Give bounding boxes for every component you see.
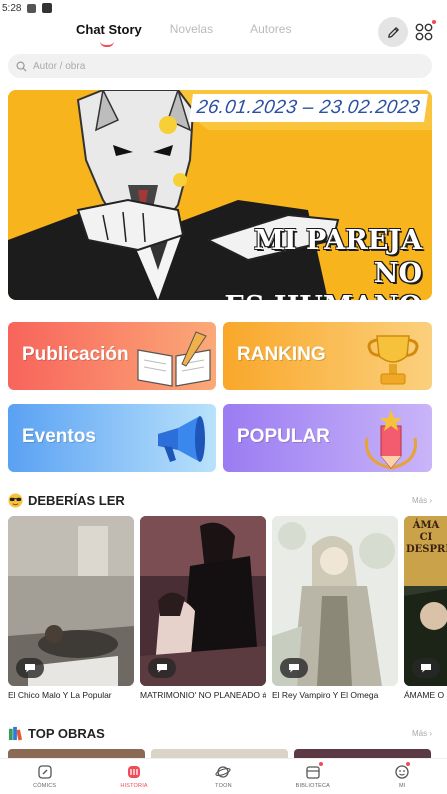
- search-bar[interactable]: Autor / obra: [8, 54, 432, 78]
- cover-text-line: DESPRE: [406, 544, 447, 555]
- section-title: DEBERÍAS LER: [8, 493, 125, 508]
- tab-chat-story[interactable]: Chat Story: [76, 22, 142, 47]
- story-cover: [140, 516, 266, 686]
- toon-icon: [215, 766, 232, 778]
- apps-button[interactable]: [414, 20, 436, 42]
- tab-label: Chat Story: [76, 22, 142, 37]
- active-tab-indicator: [100, 41, 114, 47]
- story-card[interactable]: El Rey Vampiro Y El Omega: [272, 516, 398, 701]
- story-carousel[interactable]: El Chico Malo Y La Popular MATRIMONIO' N…: [8, 516, 447, 706]
- category-label: POPULAR: [237, 426, 330, 447]
- profile-icon: [395, 765, 409, 779]
- banner-date-range: 26.01.2023 – 23.02.2023: [189, 94, 428, 122]
- nav-label: TOON: [215, 783, 232, 789]
- sunglasses-emoji-icon: [8, 493, 23, 508]
- tab-autores[interactable]: Autores: [250, 22, 291, 37]
- nav-label: HISTORIA: [120, 783, 148, 789]
- cover-text-line: CI: [419, 532, 433, 543]
- notification-icon: [27, 3, 37, 13]
- books-emoji-icon: [8, 726, 23, 741]
- section-title-text: TOP OBRAS: [28, 726, 105, 741]
- grid-icon: [415, 23, 433, 41]
- more-link[interactable]: Más ›: [412, 496, 432, 505]
- status-time: 5:28: [2, 2, 22, 14]
- story-cover: [272, 516, 398, 686]
- category-ranking[interactable]: RANKING: [223, 322, 432, 390]
- story-title: El Rey Vampiro Y El Omega: [272, 690, 379, 700]
- nav-label: CÓMICS: [33, 783, 57, 789]
- app-screen: 5:28 Chat Story Novelas Autores Autor / …: [0, 0, 447, 794]
- category-label: Eventos: [22, 426, 96, 447]
- chat-story-badge: [412, 658, 440, 678]
- more-link-text: Más: [411, 496, 428, 505]
- pencil-icon: [387, 26, 399, 38]
- comics-icon: [38, 765, 52, 779]
- more-link[interactable]: Más ›: [412, 729, 432, 738]
- category-publicacion[interactable]: Publicación: [8, 322, 216, 390]
- chat-bubble-icon: [25, 664, 35, 673]
- notification-dot: [432, 20, 436, 24]
- category-label: Publicación: [22, 344, 129, 365]
- section-title: TOP OBRAS: [8, 726, 105, 741]
- category-eventos[interactable]: Eventos: [8, 404, 216, 472]
- nav-comics[interactable]: CÓMICS: [15, 764, 75, 789]
- banner-title: MI PAREJA NO ES HUMANO: [202, 224, 422, 300]
- category-popular[interactable]: POPULAR: [223, 404, 432, 472]
- nav-label: MI: [398, 783, 406, 789]
- cover-text-line: ÁMA: [412, 520, 440, 531]
- app-notification-icon: [42, 3, 53, 13]
- tab-label: Novelas: [169, 22, 214, 36]
- story-cover: ÁMA CI DESPRE: [404, 516, 447, 686]
- tab-novelas[interactable]: Novelas: [170, 22, 213, 37]
- chat-story-badge: [280, 658, 308, 678]
- category-label: RANKING: [237, 344, 326, 365]
- nav-mi[interactable]: MI: [372, 762, 432, 789]
- chat-bubble-icon: [421, 664, 431, 673]
- chat-bubble-icon: [157, 664, 167, 673]
- search-icon: [16, 61, 27, 72]
- notification-dot: [318, 762, 323, 766]
- top-tabs: Chat Story Novelas Autores: [76, 22, 291, 47]
- chat-story-badge: [16, 658, 44, 678]
- section-header-top: TOP OBRAS Más ›: [8, 726, 432, 741]
- section-header-recommended: DEBERÍAS LER Más ›: [8, 493, 432, 508]
- section-title-text: DEBERÍAS LER: [28, 493, 125, 508]
- bottom-nav: CÓMICS HISTORIA TOON BIBLIOTECA MI: [0, 758, 447, 794]
- trophy-icon: [367, 335, 419, 385]
- story-title: MATRIMONIO' NO PLANEADO #3: [140, 690, 266, 700]
- nav-label: BIBLIOTECA: [295, 783, 331, 789]
- search-placeholder: Autor / obra: [33, 60, 86, 72]
- story-title: El Chico Malo Y La Popular: [8, 690, 112, 700]
- chat-bubble-icon: [289, 664, 299, 673]
- banner-title-line: ES HUMANO: [202, 290, 422, 300]
- story-title: ÁMAME O D: [404, 690, 447, 700]
- popular-pencil-icon: [365, 410, 417, 470]
- library-icon: [306, 766, 320, 779]
- historia-icon: [128, 766, 141, 778]
- nav-historia[interactable]: HISTORIA: [104, 764, 164, 789]
- story-card[interactable]: El Chico Malo Y La Popular: [8, 516, 134, 701]
- banner-title-line: MI PAREJA NO: [254, 225, 422, 289]
- nav-toon[interactable]: TOON: [193, 764, 253, 789]
- story-card[interactable]: ÁMA CI DESPRE ÁMAME O D: [404, 516, 447, 701]
- open-book-icon: [137, 331, 211, 387]
- story-card[interactable]: MATRIMONIO' NO PLANEADO #3: [140, 516, 266, 701]
- nav-biblioteca[interactable]: BIBLIOTECA: [283, 762, 343, 789]
- story-cover: [8, 516, 134, 686]
- write-button[interactable]: [378, 17, 408, 47]
- tab-label: Autores: [250, 22, 292, 36]
- cover-text: ÁMA CI DESPRE: [406, 520, 447, 556]
- megaphone-icon: [158, 416, 205, 462]
- more-link-text: Más: [411, 729, 428, 738]
- chat-story-badge: [148, 658, 176, 678]
- status-bar: 5:28: [0, 0, 447, 16]
- featured-banner[interactable]: 26.01.2023 – 23.02.2023 MI PAREJA NO ES …: [8, 90, 432, 300]
